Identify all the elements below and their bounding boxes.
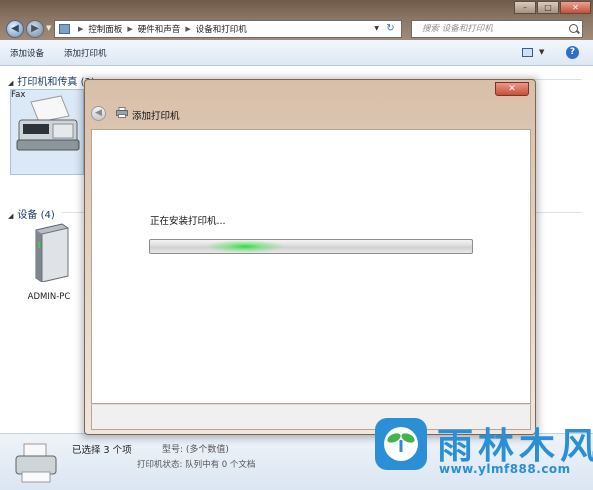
installing-status-text: 正在安装打印机... (150, 216, 226, 227)
back-button[interactable]: ◀ (6, 20, 24, 38)
computer-tower-icon (35, 223, 69, 282)
refresh-icon[interactable]: ↻ (383, 22, 398, 36)
help-icon[interactable]: ? (566, 46, 579, 59)
window-titlebar: ◀ ▶ ▼ ▶ 控制面板 ▶ 硬件和声音 ▶ 设备和打印机 ▼ ↻ 搜索 设备和… (0, 0, 593, 40)
device-item-fax[interactable]: Fax (10, 89, 84, 175)
add-printer-button[interactable]: 添加打印机 (54, 47, 117, 59)
watermark: 雨林木风 www.ylmf888.com (365, 410, 593, 490)
group-header-devices[interactable]: ◢ 设备 (4) (8, 206, 55, 221)
dialog-close-button[interactable]: ✕ (495, 82, 529, 96)
recent-pages-dropdown[interactable]: ▼ (46, 24, 51, 32)
breadcrumb-control-panel[interactable]: 控制面板 (88, 23, 122, 35)
breadcrumb-separator-icon[interactable]: ▶ (127, 25, 132, 33)
dialog-body (91, 129, 531, 404)
add-device-button[interactable]: 添加设备 (0, 47, 54, 59)
breadcrumb-separator-icon[interactable]: ▶ (185, 25, 190, 33)
search-icon[interactable] (569, 24, 578, 33)
collapse-arrow-icon[interactable]: ◢ (8, 79, 13, 87)
command-toolbar: 添加设备 添加打印机 (0, 40, 593, 66)
brand-logo-icon (375, 418, 427, 470)
printer-icon (116, 107, 128, 118)
breadcrumb-hardware-sound[interactable]: 硬件和声音 (138, 23, 181, 35)
dialog-back-button[interactable]: ◀ (91, 106, 106, 121)
fax-icon (16, 95, 80, 151)
device-label-admin-pc: ADMIN-PC (27, 292, 71, 302)
selection-count: 已选择 3 个项 (72, 445, 132, 456)
collapse-arrow-icon[interactable]: ◢ (8, 212, 13, 220)
progress-marquee-glow (205, 240, 285, 253)
search-placeholder: 搜索 设备和打印机 (422, 24, 493, 34)
printer-large-icon (15, 443, 57, 483)
printer-status-text: 打印机状态: 队列中有 0 个文档 (137, 460, 256, 470)
breadcrumb-devices-printers[interactable]: 设备和打印机 (196, 23, 247, 35)
model-text: 型号: (多个数值) (162, 445, 229, 455)
close-window-button[interactable]: ✕ (560, 1, 591, 14)
forward-button[interactable]: ▶ (26, 20, 44, 38)
dialog-title: 添加打印机 (132, 111, 180, 122)
view-options-dropdown-icon[interactable]: ▼ (539, 48, 544, 56)
brand-url: www.ylmf888.com (439, 462, 571, 476)
minimize-button[interactable]: – (514, 1, 536, 14)
device-item-admin-pc[interactable]: ADMIN-PC (18, 222, 80, 308)
breadcrumb-separator-icon[interactable]: ▶ (78, 25, 83, 33)
maximize-button[interactable]: □ (537, 1, 559, 14)
install-progress-bar (149, 239, 473, 254)
change-view-icon[interactable] (522, 48, 533, 57)
control-panel-icon (59, 24, 70, 34)
address-bar[interactable]: ▶ 控制面板 ▶ 硬件和声音 ▶ 设备和打印机 ▼ ↻ (54, 20, 402, 38)
add-printer-dialog: ✕ ◀ 添加打印机 正在安装打印机... (84, 79, 536, 435)
search-input[interactable]: 搜索 设备和打印机 (411, 20, 583, 38)
address-dropdown-icon[interactable]: ▼ (374, 25, 379, 32)
